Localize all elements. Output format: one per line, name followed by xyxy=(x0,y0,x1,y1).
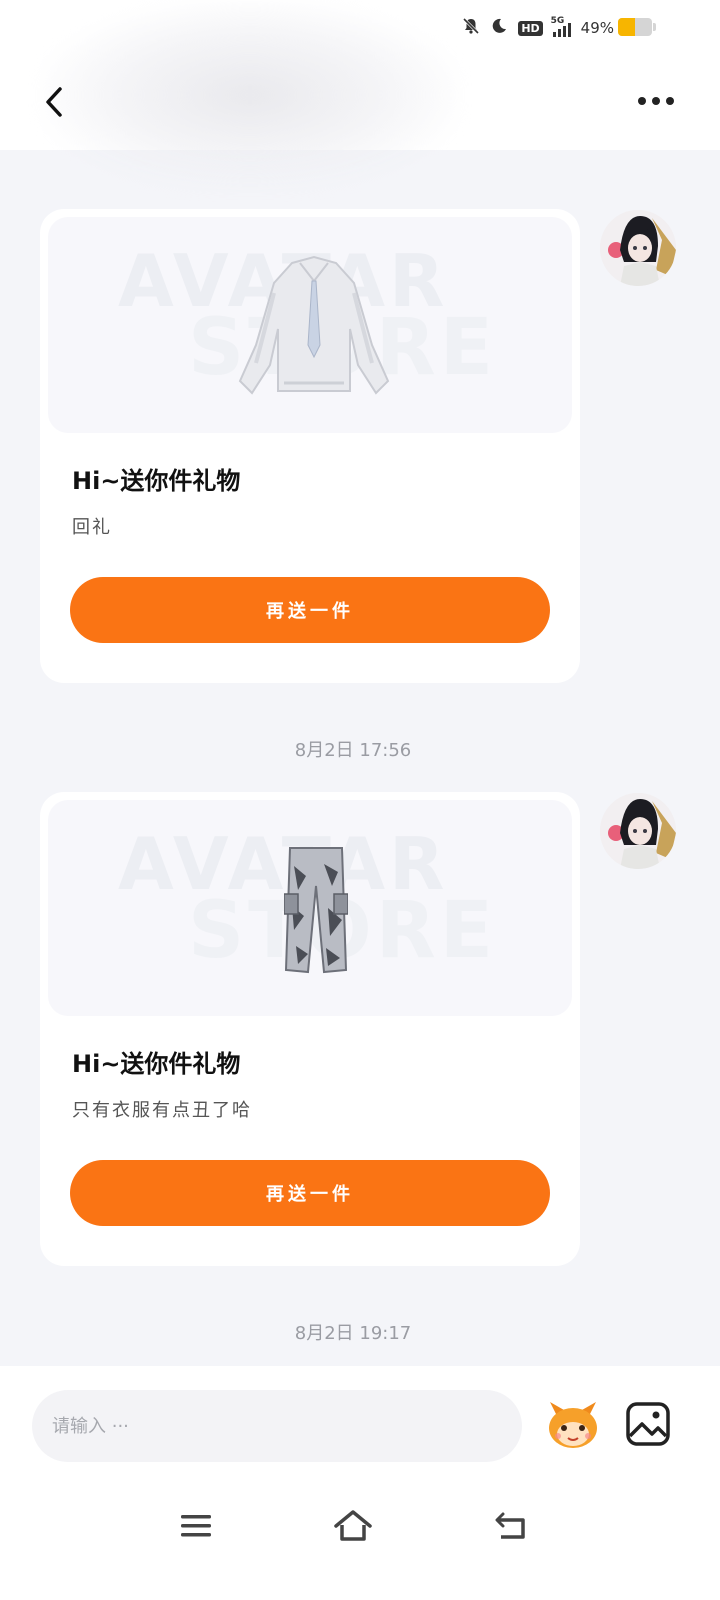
product-image-area[interactable]: AVATAR STORE xyxy=(48,800,572,1016)
back-button[interactable] xyxy=(34,80,74,124)
back-icon[interactable] xyxy=(488,1506,534,1546)
timestamp: 8月2日 17:56 xyxy=(294,740,412,761)
avatar-image xyxy=(600,793,676,869)
more-options-button[interactable] xyxy=(632,86,680,116)
avatar[interactable] xyxy=(600,210,676,286)
network-label: 5G xyxy=(550,16,565,26)
signal-icon: 5G xyxy=(550,16,571,37)
message-title: Hi~送你件礼物 xyxy=(72,1050,241,1078)
timestamp: 8月2日 19:17 xyxy=(294,1323,412,1344)
gift-message-card[interactable]: AVATAR STORE Hi~送你件礼物 只有衣服有点丑了哈 再送一件 xyxy=(40,792,580,1266)
send-another-button[interactable]: 再送一件 xyxy=(70,1160,550,1226)
home-icon[interactable] xyxy=(330,1506,376,1546)
message-text: 回礼 xyxy=(72,517,112,538)
product-image-area[interactable]: AVATAR STORE xyxy=(48,217,572,433)
avatar[interactable] xyxy=(600,793,676,869)
shirt-image xyxy=(238,255,390,395)
hd-icon: HD xyxy=(518,20,543,36)
gift-message-card[interactable]: AVATAR STORE Hi~送你件礼物 回礼 再送一件 xyxy=(40,209,580,683)
battery-fill xyxy=(618,18,635,36)
image-icon[interactable] xyxy=(624,1400,672,1448)
chevron-left-icon xyxy=(46,87,62,117)
send-another-button[interactable]: 再送一件 xyxy=(70,577,550,643)
avatar-image xyxy=(600,210,676,286)
menu-icon[interactable] xyxy=(173,1506,219,1546)
battery-percent: 49% xyxy=(580,19,614,37)
cargo-pants-image xyxy=(284,847,348,974)
message-input[interactable] xyxy=(32,1390,522,1462)
input-bar xyxy=(0,1366,720,1600)
message-title: Hi~送你件礼物 xyxy=(72,467,241,495)
fox-mascot-icon[interactable] xyxy=(542,1392,604,1454)
message-text: 只有衣服有点丑了哈 xyxy=(72,1100,252,1121)
moon-icon xyxy=(490,17,508,39)
battery-icon xyxy=(618,18,656,36)
more-dots-icon xyxy=(638,97,646,105)
blurred-contact-name xyxy=(40,0,460,190)
mute-bell-icon xyxy=(462,17,480,39)
top-bar: HD 5G 49% xyxy=(0,0,720,190)
